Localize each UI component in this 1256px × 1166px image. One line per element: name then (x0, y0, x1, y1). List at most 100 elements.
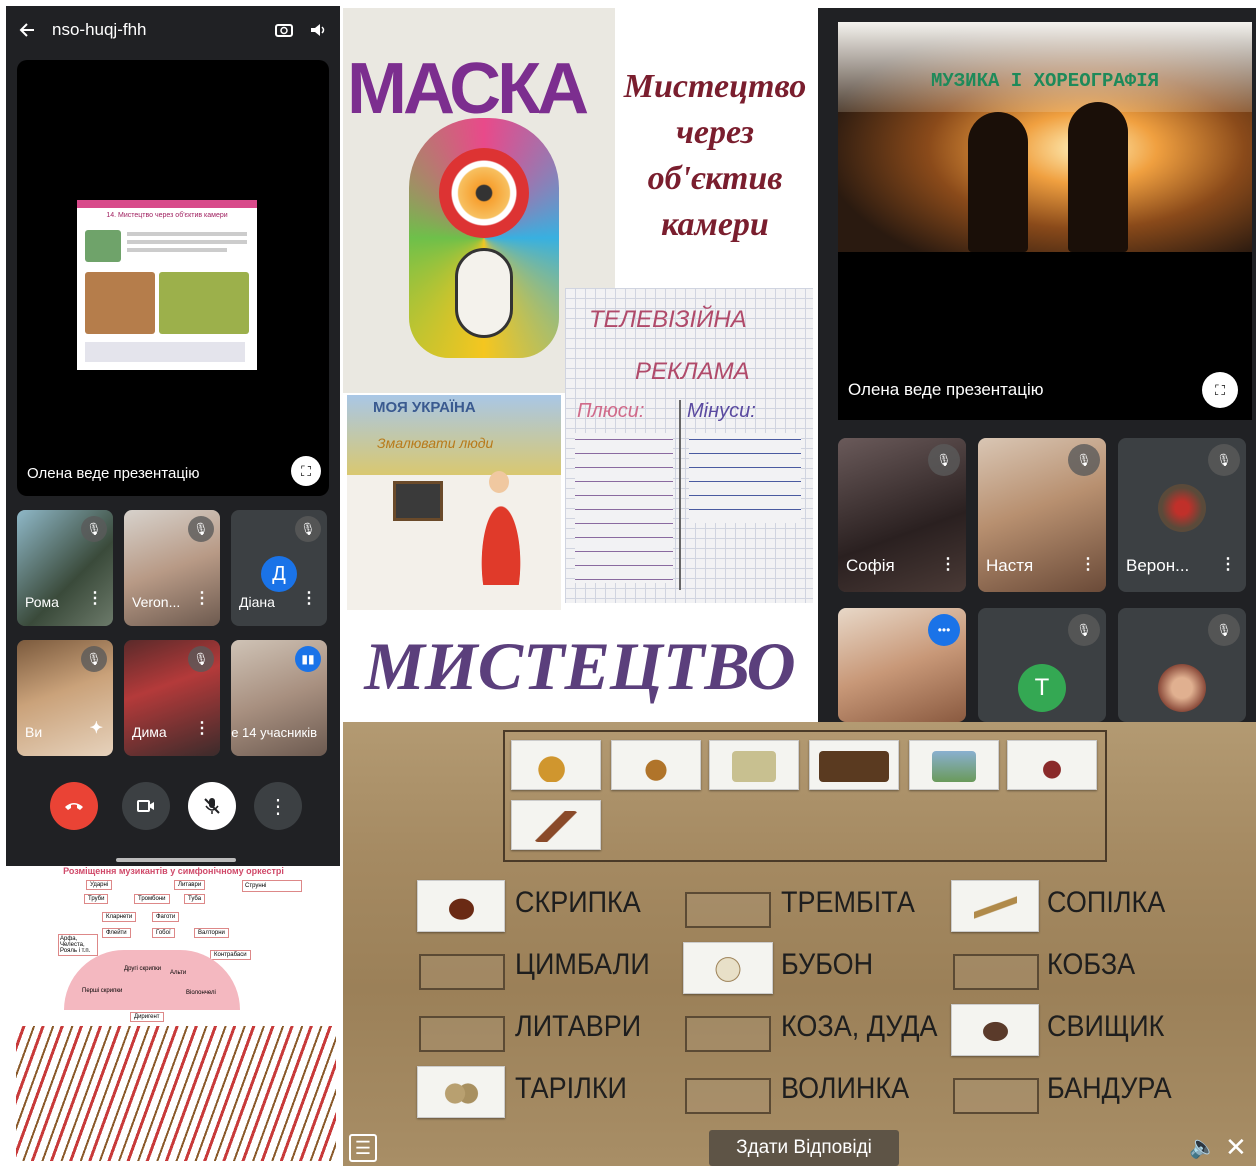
participant-tile[interactable]: 🎙 Софія ⋮ (838, 438, 966, 592)
more-options-icon[interactable]: ⋮ (194, 718, 210, 738)
participant-tile-self[interactable]: 🎙 Ви ✦ (17, 640, 113, 756)
submit-answers-button[interactable]: Здати Відповіді (709, 1130, 899, 1166)
mic-off-icon: 🎙 (928, 444, 960, 476)
art-caption-panel: Мистецтво через об'єктив камери (615, 8, 815, 288)
avatar (1158, 664, 1206, 712)
end-call-button[interactable] (50, 782, 98, 830)
participant-name: Дима (132, 724, 167, 740)
drop-slot[interactable] (953, 954, 1039, 990)
participant-tile[interactable]: 🎙 Д Діана ⋮ (231, 510, 327, 626)
fullscreen-icon[interactable]: ⛶ (1202, 372, 1238, 408)
word-label: СОПІЛКА (1047, 886, 1166, 919)
meeting-code[interactable]: nso-huqj-fhh (52, 20, 260, 40)
effects-icon[interactable]: ✦ (90, 718, 103, 738)
instrument-card[interactable] (511, 740, 601, 790)
presentation-view[interactable]: 14. Мистецтво через об'єктив камери Олен… (17, 60, 329, 496)
speaker-icon[interactable] (308, 20, 328, 40)
back-arrow-icon[interactable] (18, 20, 38, 40)
instrument-card[interactable] (511, 800, 601, 850)
more-options-icon[interactable]: ⋮ (301, 588, 317, 608)
mic-off-icon: 🎙 (188, 646, 214, 672)
instrument-card[interactable] (909, 740, 999, 790)
word-label: БУБОН (781, 948, 874, 981)
placed-card-cymbals[interactable] (417, 1066, 505, 1118)
drop-slot[interactable] (953, 1078, 1039, 1114)
participant-name: Софія (846, 556, 895, 575)
orchestra-title: Розміщення музикантів у симфонічному орк… (63, 866, 284, 876)
orchestra-instruments-image (16, 1026, 336, 1161)
placed-card-sopilka[interactable] (951, 880, 1039, 932)
more-options-icon[interactable]: ⋮ (194, 588, 210, 608)
more-options-icon[interactable]: ⋮ (940, 554, 956, 574)
drop-slot[interactable] (419, 954, 505, 990)
participant-tile[interactable]: 🎙 (1118, 608, 1246, 722)
instrument-card[interactable] (809, 740, 899, 790)
camera-toggle-button[interactable] (122, 782, 170, 830)
big-word: МИСТЕЦТВО (364, 628, 796, 704)
slide-banner: МУЗИКА І ХОРЕОГРАФІЯ (930, 70, 1160, 92)
participant-name: Діана (239, 594, 275, 610)
big-word-panel: МИСТЕЦТВО (350, 618, 810, 718)
switch-camera-icon[interactable] (274, 20, 294, 40)
participant-name: Ви (25, 724, 43, 740)
orchestra-diagram: Розміщення музикантів у симфонічному орк… (6, 866, 341, 1166)
word-label: ЛИТАВРИ (515, 1010, 642, 1043)
participant-tile[interactable]: 🎙 Дима ⋮ (124, 640, 220, 756)
ukraine-title: МОЯ УКРАЇНА (373, 399, 476, 416)
more-options-icon[interactable]: ⋮ (1220, 554, 1236, 574)
left-meet-window: nso-huqj-fhh 14. Мистецтво через об'єкти… (6, 6, 340, 866)
tv-title-1: ТЕЛЕВІЗІЙНА (589, 306, 747, 333)
art-caption: Мистецтво через об'єктив камери (623, 68, 807, 243)
participant-name: Veron... (132, 594, 181, 610)
avatar: Д (261, 556, 297, 592)
participant-tile[interactable]: 🎙 Верон... ⋮ (1118, 438, 1246, 592)
more-options-icon[interactable]: ⋮ (87, 588, 103, 608)
drop-slot[interactable] (685, 892, 771, 928)
more-participants-label: Ще 14 учасників (231, 725, 318, 740)
speaking-icon: ••• (928, 614, 960, 646)
avatar (1158, 484, 1206, 532)
ukraine-subtitle: Змалювати люди (377, 435, 494, 451)
word-label: ТАРІЛКИ (515, 1072, 627, 1105)
word-label: КОБЗА (1047, 948, 1136, 981)
drop-slot[interactable] (685, 1078, 771, 1114)
instrument-card[interactable] (709, 740, 799, 790)
right-meet-window: МУЗИКА І ХОРЕОГРАФІЯ Олена веде презента… (818, 8, 1256, 722)
placed-card-buben[interactable] (683, 942, 773, 994)
more-options-button[interactable]: ⋮ (254, 782, 302, 830)
drop-slot[interactable] (419, 1016, 505, 1052)
fullscreen-icon[interactable]: ⛶ (291, 456, 321, 486)
avatar: Т (1018, 664, 1066, 712)
mic-off-icon: 🎙 (81, 516, 107, 542)
mask-title: МАСКА (347, 49, 589, 129)
instrument-card[interactable] (611, 740, 701, 790)
more-options-icon[interactable]: ⋮ (1080, 554, 1096, 574)
plus-heading: Плюси: (577, 400, 645, 422)
menu-icon[interactable]: ☰ (349, 1134, 377, 1162)
shared-slide: МУЗИКА І ХОРЕОГРАФІЯ (838, 22, 1252, 252)
mic-toggle-button[interactable] (188, 782, 236, 830)
word-label: СКРИПКА (515, 886, 641, 919)
instrument-matching-game: СКРИПКА ТРЕМБІТА СОПІЛКА ЦИМБАЛИ БУБОН К… (343, 722, 1256, 1166)
participant-tile[interactable]: ••• (838, 608, 966, 722)
participant-tile[interactable]: 🎙 Т (978, 608, 1106, 722)
sound-icon[interactable]: 🔈 (1189, 1134, 1216, 1160)
word-label: СВИЩИК (1047, 1010, 1165, 1043)
presentation-view[interactable]: Олена веде презентацію ⛶ (838, 252, 1252, 420)
participant-tile[interactable]: 🎙 Настя ⋮ (978, 438, 1106, 592)
tv-title-2: РЕКЛАМА (635, 358, 750, 385)
participant-tile[interactable]: 🎙 Veron... ⋮ (124, 510, 220, 626)
drop-slot[interactable] (685, 1016, 771, 1052)
placed-card-violin[interactable] (417, 880, 505, 932)
placed-card-svyshchyk[interactable] (951, 1004, 1039, 1056)
speaking-icon: ▮▮ (295, 646, 321, 672)
word-label: БАНДУРА (1047, 1072, 1172, 1105)
slide-title: 14. Мистецтво через об'єктив камери (106, 212, 228, 219)
instrument-card[interactable] (1007, 740, 1097, 790)
participant-tile[interactable]: 🎙 Рома ⋮ (17, 510, 113, 626)
meet-top-bar: nso-huqj-fhh (6, 6, 340, 54)
word-label: ТРЕМБІТА (781, 886, 915, 919)
close-icon[interactable]: ✕ (1225, 1132, 1247, 1163)
more-participants-tile[interactable]: ▮▮ Ще 14 учасників (231, 640, 327, 756)
mic-off-icon: 🎙 (1068, 444, 1100, 476)
